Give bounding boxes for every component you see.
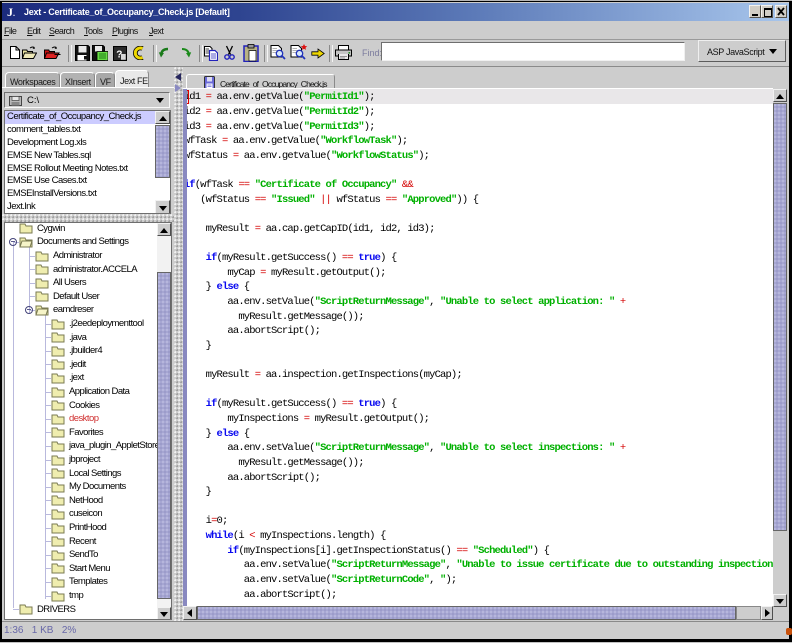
svg-text:?: ? <box>116 50 122 61</box>
